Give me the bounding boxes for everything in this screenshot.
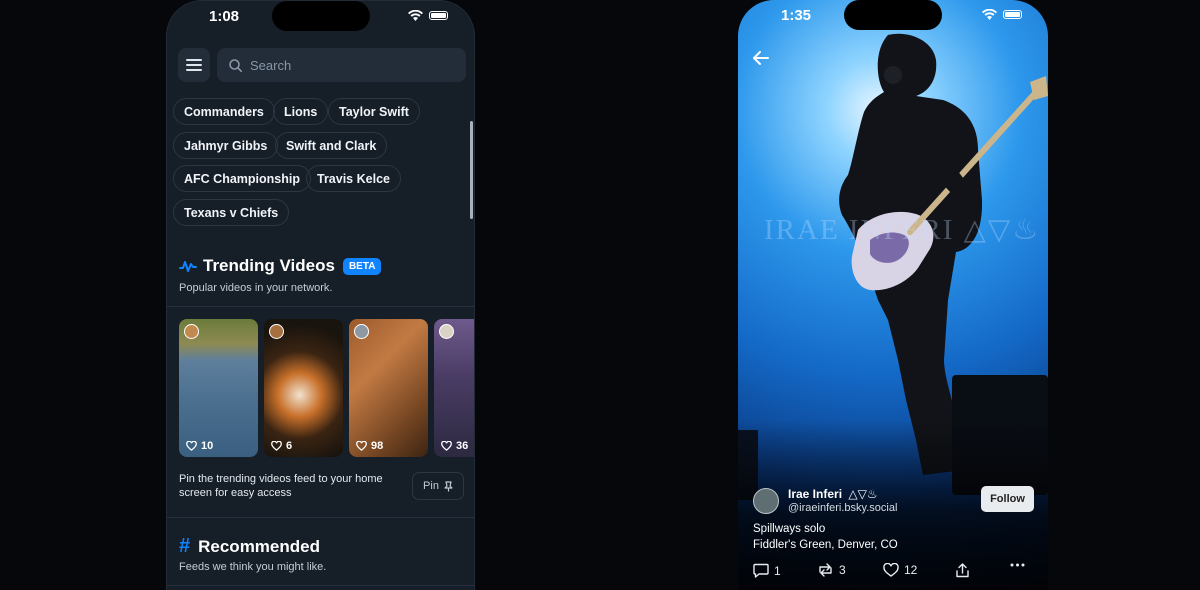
trending-subtitle: Popular videos in your network. (179, 282, 333, 294)
phone-explore-screen: 1:08 Search Commanders Lions Taylor Swif… (166, 0, 475, 590)
battery-icon (1003, 10, 1022, 19)
topic-chip[interactable]: Swift and Clark (275, 132, 388, 159)
heart-icon (356, 441, 367, 451)
menu-button[interactable] (178, 48, 210, 82)
like-button[interactable]: 12 (883, 563, 917, 577)
trending-wave-icon (179, 261, 197, 272)
search-input[interactable]: Search (217, 48, 466, 82)
avatar (184, 324, 199, 339)
author-name[interactable]: Irae Inferi △▽♨ (788, 487, 878, 501)
topic-chip[interactable]: Commanders (173, 98, 275, 125)
post-location: Fiddler's Green, Denver, CO (753, 539, 898, 551)
avatar (439, 324, 454, 339)
pin-button[interactable]: Pin (412, 472, 464, 500)
pin-label: Pin (423, 480, 439, 492)
hash-icon: # (179, 535, 191, 557)
topic-chip[interactable]: Jahmyr Gibbs (173, 132, 279, 159)
follow-button[interactable]: Follow (981, 486, 1034, 512)
heart-icon (441, 441, 452, 451)
author-handle[interactable]: @iraeinferi.bsky.social (788, 502, 897, 514)
search-icon (229, 58, 242, 72)
author-avatar[interactable] (753, 488, 779, 514)
status-icons (982, 9, 1022, 20)
pin-feed-hint: Pin the trending videos feed to your hom… (179, 473, 383, 499)
status-icons (408, 10, 448, 21)
video-likes: 6 (271, 440, 292, 452)
dynamic-island (844, 0, 942, 30)
post-caption: Spillways solo (753, 523, 826, 535)
more-options-button[interactable] (1010, 563, 1025, 567)
search-placeholder: Search (250, 57, 292, 73)
battery-icon (429, 11, 448, 20)
video-likes: 98 (356, 440, 383, 452)
post-actions: 1 3 12 (753, 563, 1035, 581)
recommended-subtitle: Feeds we think you might like. (179, 561, 327, 573)
video-likes: 36 (441, 440, 468, 452)
wifi-icon (982, 9, 997, 20)
share-button[interactable] (955, 563, 970, 578)
heart-icon (883, 563, 899, 577)
status-bar: 1:35 (738, 0, 1048, 34)
reply-button[interactable]: 1 (753, 563, 781, 578)
share-icon (956, 563, 969, 578)
phone-video-player: IRAE INFERI △▽♨ 1:35 Irae Inferi △▽♨ @ir… (738, 0, 1048, 590)
wifi-icon (408, 10, 423, 21)
recommended-header: # Recommended (179, 535, 320, 558)
trending-video-card[interactable]: 98 (349, 319, 428, 457)
topic-chip[interactable]: Lions (273, 98, 329, 125)
topic-chip[interactable]: AFC Championship (173, 165, 311, 192)
avatar (269, 324, 284, 339)
hamburger-icon (186, 59, 202, 71)
topic-chip[interactable]: Travis Kelce (306, 165, 401, 192)
beta-badge: BETA (342, 257, 382, 275)
trending-header: Trending Videos BETA (179, 256, 382, 276)
topic-chip[interactable]: Texans v Chiefs (173, 199, 290, 226)
scrollbar[interactable] (470, 121, 473, 219)
video-likes: 10 (186, 440, 213, 452)
status-bar: 1:08 (167, 1, 474, 35)
status-time: 1:35 (781, 7, 812, 24)
pin-icon (444, 480, 453, 491)
trending-video-card[interactable]: 6 (264, 319, 343, 457)
divider (167, 517, 474, 518)
avatar (354, 324, 369, 339)
dynamic-island (272, 1, 370, 31)
recommended-title: Recommended (198, 536, 320, 556)
ellipsis-icon (1010, 563, 1025, 567)
trending-video-card[interactable]: 10 (179, 319, 258, 457)
back-arrow-icon[interactable] (752, 50, 770, 66)
comment-icon (753, 563, 769, 578)
divider (167, 585, 474, 586)
divider (167, 306, 474, 307)
status-time: 1:08 (209, 8, 240, 25)
video-watermark: IRAE INFERI △▽♨ (764, 214, 1041, 246)
trending-video-card[interactable]: 36 (434, 319, 474, 457)
heart-icon (186, 441, 197, 451)
repost-icon (819, 563, 832, 577)
topic-chip[interactable]: Taylor Swift (328, 98, 420, 125)
heart-icon (271, 441, 282, 451)
repost-button[interactable]: 3 (817, 563, 846, 577)
trending-title: Trending Videos (203, 256, 335, 275)
